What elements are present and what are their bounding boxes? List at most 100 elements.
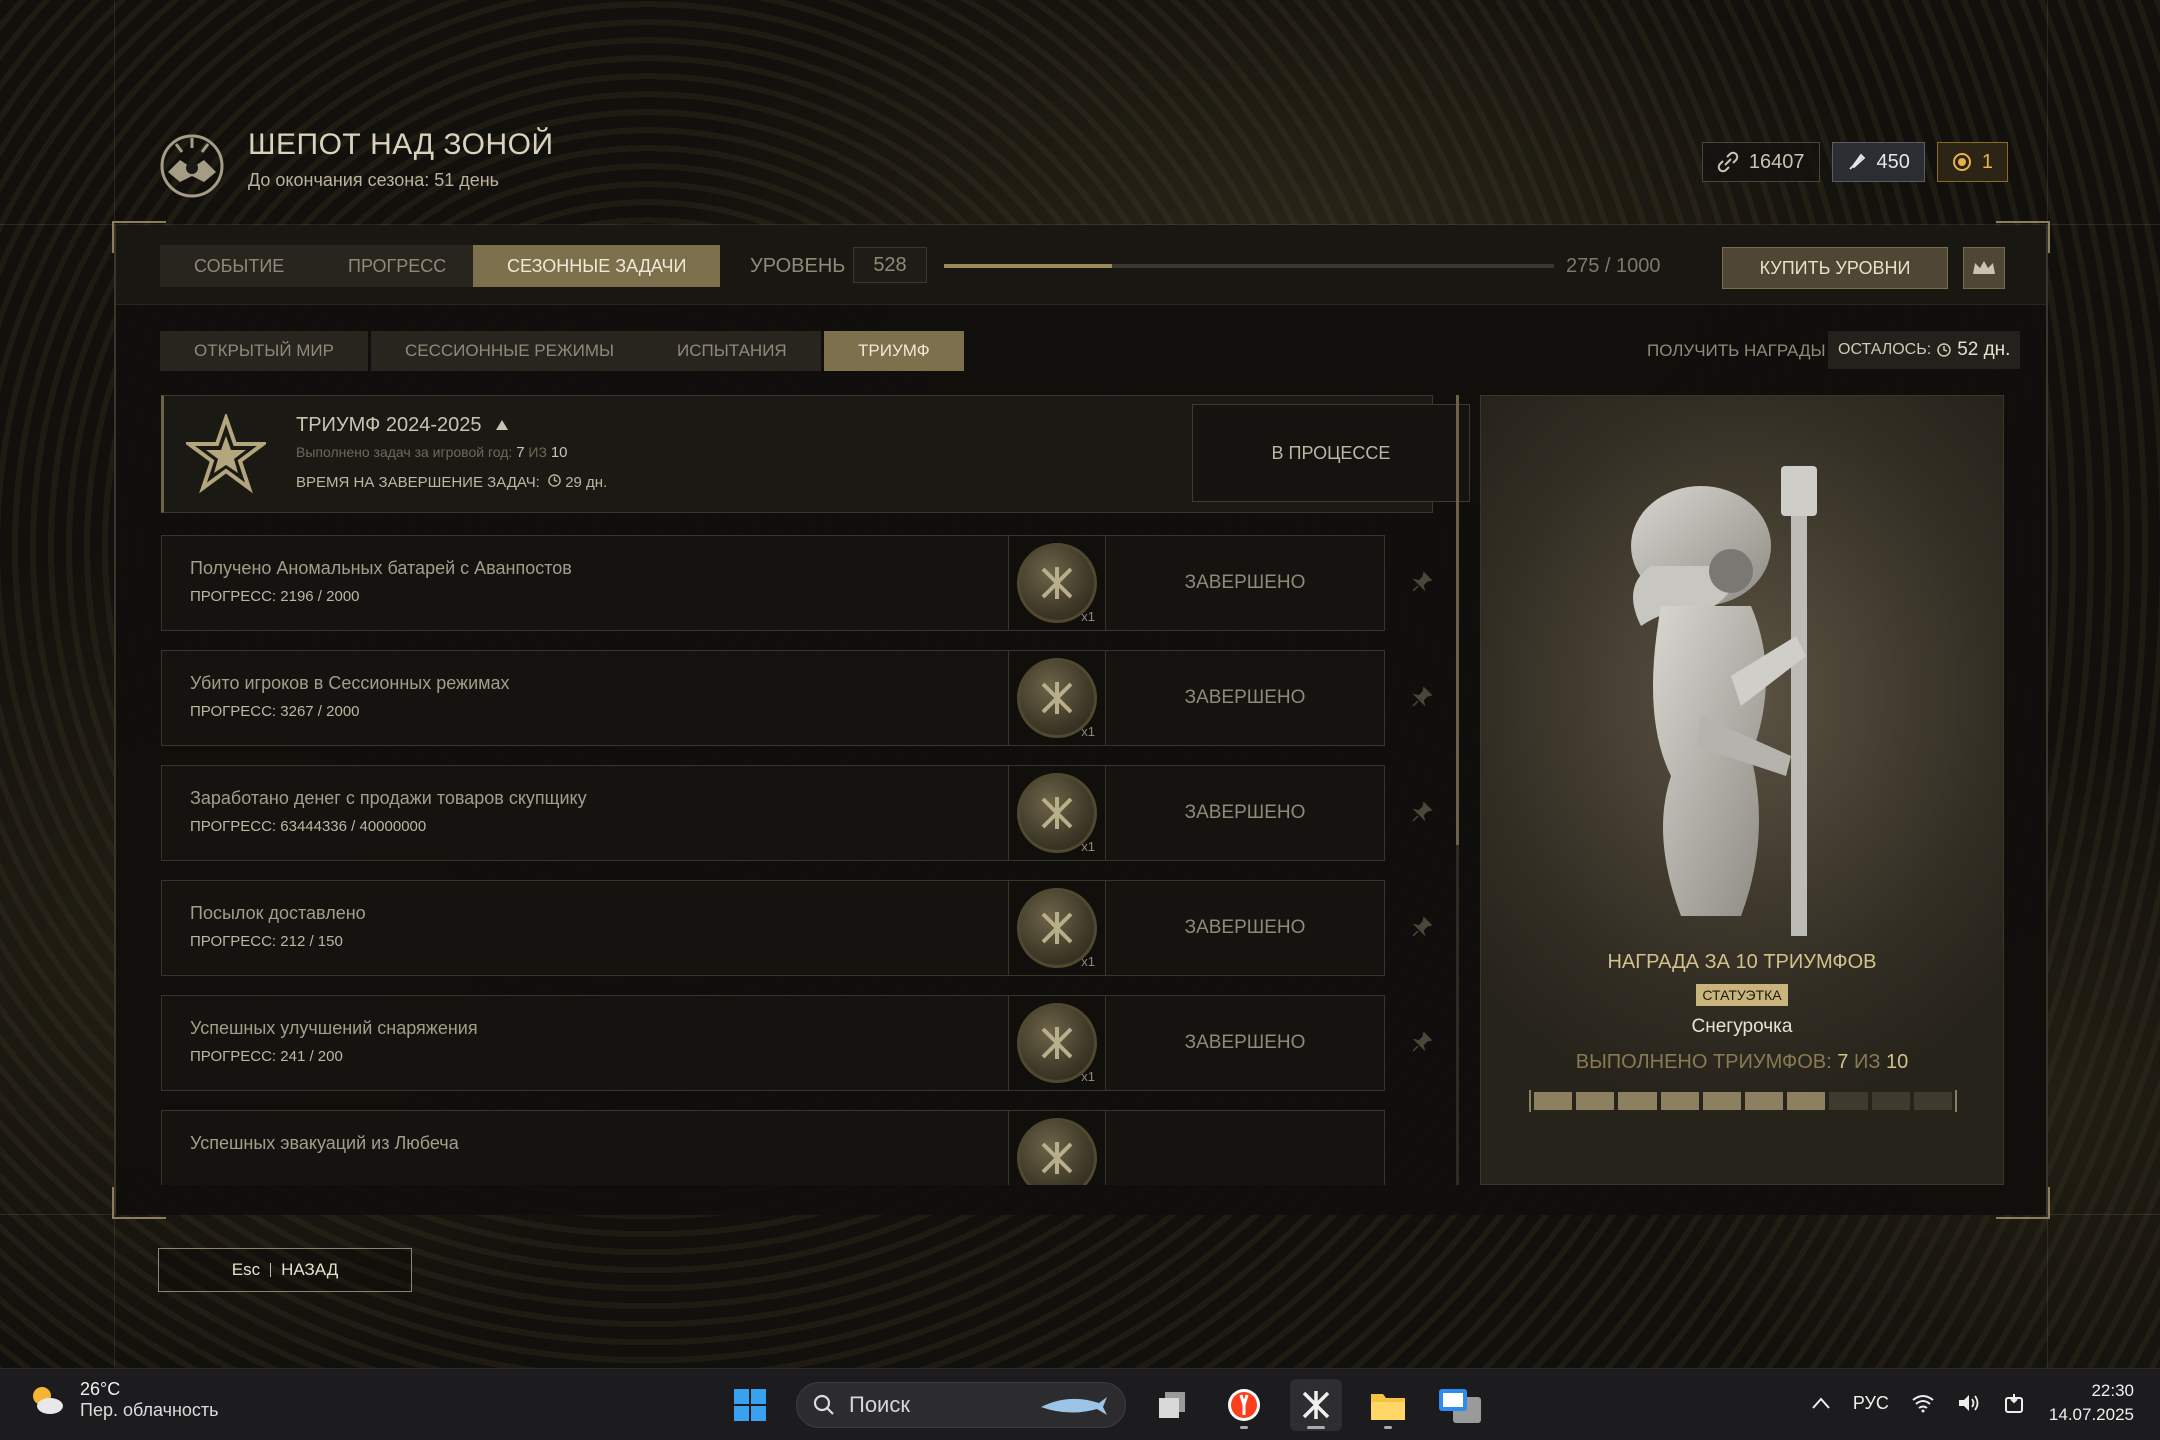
task-row: Заработано денег с продажи товаров скупщ… [161,765,1385,861]
tab-season-tasks[interactable]: СЕЗОННЫЕ ЗАДАЧИ [473,245,721,287]
subtab-open-world[interactable]: ОТКРЫТЫЙ МИР [160,331,368,371]
task-reward[interactable]: x1 [1008,766,1106,860]
task-list-scrollbar[interactable] [1456,395,1459,1185]
currency-link[interactable]: 16407 [1701,142,1820,182]
task-reward[interactable] [1008,1111,1106,1185]
rewards-remaining: ОСТАЛОСЬ: 52 дн. [1828,331,2021,369]
season-logo-icon [160,134,224,198]
season-header: ШЕПОТ НАД ЗОНОЙ До окончания сезона: 51 … [158,128,2008,208]
taskbar-search[interactable]: Поиск [796,1382,1126,1428]
get-rewards-link[interactable]: ПОЛУЧИТЬ НАГРАДЫ [1647,341,1826,361]
remote-desktop-button[interactable] [1434,1379,1486,1431]
language-indicator[interactable]: РУС [1853,1393,1889,1414]
star-icon [186,414,266,494]
subtab-session-modes[interactable]: СЕССИОННЫЕ РЕЖИМЫ [371,331,649,371]
level-progress-bar [944,264,1554,268]
reward-type: СТАТУЭТКА [1481,984,2003,1006]
task-name: Заработано денег с продажи товаров скупщ… [190,788,587,808]
pin-icon[interactable] [1411,686,1433,708]
count-done: 7 [1837,1051,1849,1073]
tab-progress[interactable]: ПРОГРЕСС [314,245,481,287]
pin-icon[interactable] [1411,801,1433,823]
wifi-icon[interactable] [1911,1393,1935,1413]
start-button[interactable] [724,1379,776,1431]
count-label: ВЫПОЛНЕНО ТРИУМФОВ: [1575,1051,1832,1073]
clock-icon [1937,343,1951,357]
remote-desktop-icon [1439,1389,1481,1423]
task-row: Убито игроков в Сессионных режимах ПРОГР… [161,650,1385,746]
currency-coin-value: 1 [1981,150,1993,173]
currency-feather[interactable]: 450 [1831,142,1925,182]
task-reward[interactable]: x1 [1008,651,1106,745]
yandex-browser-button[interactable] [1218,1379,1270,1431]
battery-icon[interactable] [2003,1392,2027,1414]
progress-segment [1787,1092,1826,1110]
back-button[interactable]: Esc НАЗАД [158,1248,412,1292]
level-progress-fill [944,264,1112,268]
currency-link-value: 16407 [1748,150,1805,173]
active-indicator [1307,1426,1325,1429]
task-row: Успешных эвакуаций из Любеча [161,1110,1385,1185]
link-icon [1717,151,1739,173]
reward-count: x1 [1081,839,1095,854]
volume-icon[interactable] [1957,1393,1981,1413]
done-label: Выполнено задач за игровой год: [296,444,513,460]
triumph-status: В ПРОЦЕССЕ [1192,404,1470,502]
tab-event[interactable]: СОБЫТИЕ [160,245,319,287]
caret-up-icon[interactable] [495,419,509,431]
pin-icon[interactable] [1411,916,1433,938]
task-name: Посылок доставлено [190,903,366,923]
buy-levels-button[interactable]: КУПИТЬ УРОВНИ [1722,247,1948,289]
file-explorer-button[interactable] [1362,1379,1414,1431]
task-name: Успешных эвакуаций из Любеча [190,1133,459,1153]
task-view-icon [1159,1392,1185,1418]
task-progress: ПРОГРЕСС: 2196 / 2000 [190,588,360,605]
running-indicator [1240,1426,1248,1429]
pin-icon[interactable] [1411,571,1433,593]
system-tray: РУС 22:30 14.07.2025 [1811,1379,2134,1427]
task-view-button[interactable] [1146,1379,1198,1431]
back-label: НАЗАД [281,1260,339,1279]
weather-widget[interactable]: 26°C Пер. облачность [26,1379,219,1421]
shark-icon [1041,1397,1107,1415]
progress-segment [1913,1092,1953,1110]
system-clock[interactable]: 22:30 14.07.2025 [2049,1379,2134,1427]
premium-button[interactable] [1963,247,2005,289]
reward-count: x1 [1081,724,1095,739]
statue-figure-image [1631,466,1817,936]
done-value: 7 [516,444,525,461]
game-app-button[interactable] [1290,1379,1342,1431]
pin-icon[interactable] [1411,1031,1433,1053]
windows-icon [734,1389,766,1421]
task-progress: ПРОГРЕСС: 3267 / 2000 [190,703,360,720]
reward-medal-icon [1017,1118,1097,1185]
clock-time: 22:30 [2091,1381,2134,1400]
subtab-trials[interactable]: ИСПЫТАНИЯ [643,331,821,371]
progress-segment [1534,1092,1573,1110]
remaining-label: ОСТАЛОСЬ: [1838,341,1932,358]
main-panel: СОБЫТИЕ ПРОГРЕСС СЕЗОННЫЕ ЗАДАЧИ УРОВЕНЬ… [112,221,2050,1219]
level-value: 528 [853,247,927,283]
task-reward[interactable]: x1 [1008,536,1106,630]
currency-coin[interactable]: 1 [1936,142,2008,182]
weather-temp: 26°C [80,1379,121,1399]
task-name: Убито игроков в Сессионных режимах [190,673,510,693]
back-key-hint: Esc [231,1260,261,1279]
partly-cloudy-icon [33,1387,63,1414]
task-reward[interactable]: x1 [1008,996,1106,1090]
folder-icon [1371,1394,1405,1420]
triumph-tasks-done: Выполнено задач за игровой год: 7 ИЗ 10 [296,444,568,461]
chevron-up-icon[interactable] [1811,1396,1831,1410]
progress-segment [1702,1092,1742,1110]
task-reward[interactable]: x1 [1008,881,1106,975]
scroll-thumb[interactable] [1456,395,1459,845]
frame-corner [112,1187,166,1219]
game-icon [1302,1391,1330,1419]
clock-date: 14.07.2025 [2048,1405,2134,1424]
task-status: ЗАВЕРШЕНО [1184,917,1306,938]
remaining-value: 52 дн. [1957,339,2011,360]
done-total: 10 [550,444,568,461]
subtab-triumph[interactable]: ТРИУМФ [824,331,964,371]
triumph-time: ВРЕМЯ НА ЗАВЕРШЕНИЕ ЗАДАЧ: 29 дн. [296,474,607,491]
reward-count: x1 [1081,609,1095,624]
